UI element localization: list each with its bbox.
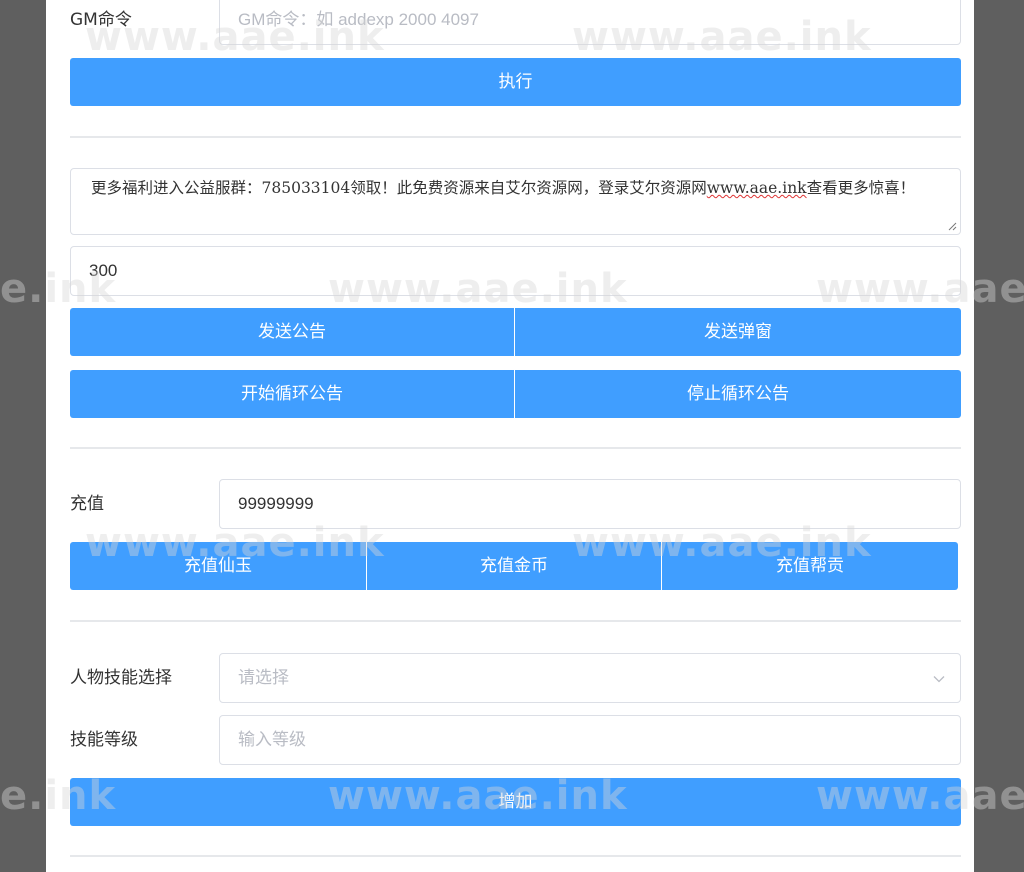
skill-select-label: 人物技能选择 (70, 668, 172, 688)
announcement-link-text: www.aae.ink (706, 179, 807, 197)
stop-loop-announcement-button[interactable]: 停止循环公告 (515, 370, 961, 418)
start-loop-announcement-button[interactable]: 开始循环公告 (70, 370, 514, 418)
skill-select[interactable]: 请选择 (219, 653, 961, 703)
recharge-label: 充值 (70, 494, 104, 514)
recharge-amount-input[interactable]: 99999999 (219, 479, 961, 529)
gm-command-input[interactable]: GM命令：如 addexp 2000 4097 (219, 0, 961, 45)
section-divider (70, 447, 961, 449)
announcement-text-end: 查看更多惊喜！ (806, 179, 916, 197)
add-skill-button[interactable]: 增加 (70, 778, 961, 826)
announcement-interval-input[interactable]: 300 (70, 246, 961, 296)
gm-command-label: GM命令 (70, 10, 132, 30)
send-announcement-button[interactable]: 发送公告 (70, 308, 514, 356)
skill-level-label: 技能等级 (70, 730, 138, 750)
gm-tool-panel: GM命令 GM命令：如 addexp 2000 4097 执行 更多福利进入公益… (46, 0, 974, 872)
section-divider (70, 620, 961, 622)
section-divider (70, 136, 961, 138)
announcement-textarea[interactable]: 更多福利进入公益服群：785033104领取！此免费资源来自艾尔资源网，登录艾尔… (70, 168, 961, 235)
resize-handle-icon[interactable] (947, 221, 957, 231)
skill-select-placeholder: 请选择 (238, 668, 289, 687)
recharge-guild-contribution-button[interactable]: 充值帮贡 (662, 542, 958, 590)
send-popup-button[interactable]: 发送弹窗 (515, 308, 961, 356)
execute-button[interactable]: 执行 (70, 58, 961, 106)
skill-level-input[interactable]: 输入等级 (219, 715, 961, 765)
chevron-down-icon (933, 676, 945, 683)
section-divider (70, 855, 961, 857)
announcement-text-start: 更多福利进入公益服群：785033104领取！此免费资源来自艾尔资源网，登录艾尔… (91, 179, 707, 197)
recharge-xianyu-button[interactable]: 充值仙玉 (70, 542, 366, 590)
recharge-gold-button[interactable]: 充值金币 (367, 542, 661, 590)
